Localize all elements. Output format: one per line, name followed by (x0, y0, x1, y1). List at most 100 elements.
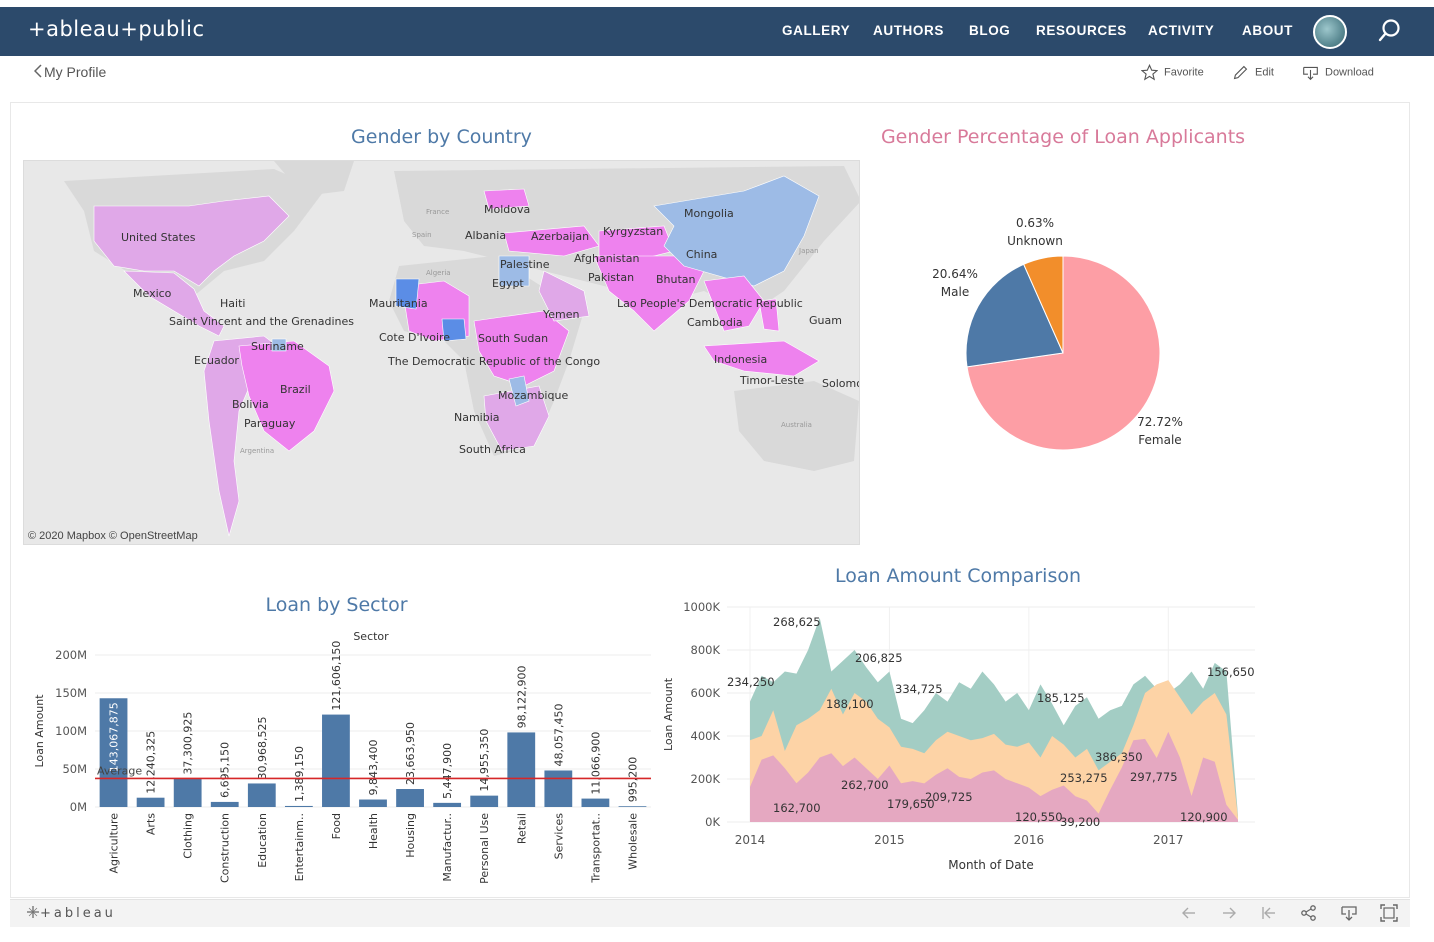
nav-about[interactable]: ABOUT (1242, 23, 1293, 38)
revert-icon[interactable] (1260, 904, 1278, 922)
area-y-tick: 400K (691, 729, 721, 743)
pencil-icon (1233, 65, 1248, 80)
nav-gallery[interactable]: GALLERY (782, 23, 850, 38)
area-data-label: 386,350 (1095, 750, 1143, 764)
bar-value-label: 30,968,525 (256, 716, 269, 779)
map-label: Kyrgyzstan (603, 225, 664, 238)
undo-arrow-icon[interactable] (1180, 904, 1198, 922)
back-to-profile-link[interactable]: My Profile (33, 64, 107, 80)
bar-value-label: 98,122,900 (515, 665, 528, 728)
bar-y-tick: 150M (55, 686, 87, 700)
tableau-logo[interactable]: +ableau (26, 905, 116, 921)
map-label: Saint Vincent and the Grenadines (169, 315, 355, 328)
area-data-label: 188,100 (826, 697, 874, 711)
bar-value-label: 9,843,400 (367, 740, 380, 796)
pie-category-label: Unknown (1007, 234, 1063, 248)
edit-label: Edit (1255, 66, 1274, 79)
back-to-profile-label: My Profile (44, 64, 107, 80)
gender-by-country-map[interactable]: France Spain Algeria Japan Argentina Aus… (23, 160, 860, 545)
bar-y-tick: 200M (55, 648, 87, 662)
pie-percent-label: 0.63% (1016, 216, 1054, 230)
loan-amount-area-chart[interactable]: 0K 200K 400K 600K 800K 1000K 2014 2015 2016 2017 L… (655, 592, 1265, 887)
bar-manufactur- (433, 802, 462, 807)
download-icon (1303, 66, 1318, 81)
bar-category-label: Manufactur.. (441, 813, 454, 882)
map-label: Mexico (133, 287, 172, 300)
bar-category-label: Clothing (182, 813, 195, 859)
bar-value-label: 6,695,150 (219, 742, 232, 798)
area-data-label: 209,725 (925, 790, 973, 804)
bar-housing (396, 789, 424, 807)
base-label-france: France (426, 208, 450, 216)
bar-value-label: 1,389,150 (293, 746, 306, 802)
area-data-label: 206,825 (855, 651, 903, 665)
star-icon (1140, 63, 1159, 81)
bar-value-label: 37,300,925 (182, 712, 195, 775)
area-x-tick: 2015 (874, 833, 905, 847)
search-icon[interactable] (1378, 18, 1402, 44)
redo-arrow-icon[interactable] (1220, 904, 1238, 922)
chevron-left-icon (33, 64, 42, 78)
bar-category-label: Education (256, 813, 269, 868)
bar-x-axis-title: Sector (353, 630, 389, 643)
area-x-tick: 2016 (1014, 833, 1045, 847)
area-y-tick: 0K (705, 815, 720, 829)
area-data-label: 297,775 (1130, 770, 1178, 784)
area-x-tick: 2014 (735, 833, 766, 847)
map-label: Mauritania (369, 297, 428, 310)
map-label: Indonesia (714, 353, 768, 366)
bar-value-label: 23,663,950 (404, 722, 417, 785)
pie-percent-label: 72.72% (1137, 415, 1183, 429)
map-attribution[interactable]: © 2020 Mapbox © OpenStreetMap (28, 530, 198, 542)
fullscreen-icon[interactable] (1380, 904, 1398, 922)
map-label: South Sudan (478, 332, 549, 345)
edit-button[interactable]: Edit (1232, 64, 1274, 81)
favorite-button[interactable]: Favorite (1140, 63, 1204, 81)
map-label: Suriname (251, 340, 304, 353)
tableau-public-logo[interactable]: +ableau+public (28, 17, 205, 41)
loan-by-sector-bar-chart[interactable]: Sector Loan Amount 0M 50M 100M 150M 200M 143,06… (23, 625, 653, 893)
user-avatar[interactable] (1313, 15, 1347, 49)
base-label-algeria: Algeria (426, 269, 451, 277)
map-label: United States (121, 231, 196, 244)
area-data-label: 39,200 (1060, 815, 1100, 829)
map-label: China (686, 248, 718, 261)
bar-retail (507, 732, 536, 807)
bar-category-label: Food (330, 813, 343, 839)
map-label: Bhutan (656, 273, 696, 286)
area-x-axis-title: Month of Date (948, 858, 1034, 872)
tableau-cross-icon (27, 906, 39, 918)
nav-activity[interactable]: ACTIVITY (1148, 23, 1214, 38)
map-label: Yemen (543, 308, 580, 321)
pie-percent-label: 20.64% (932, 267, 978, 281)
bar-category-label: Construction (219, 813, 232, 883)
download-button[interactable]: Download (1302, 64, 1374, 81)
base-label-spain: Spain (412, 231, 432, 239)
gender-pie-chart[interactable]: 72.72% Female 20.64% Male 0.63% Unknown (900, 210, 1220, 470)
map-label: The Democratic Republic of the Congo (388, 355, 601, 368)
bar-clothing (173, 778, 202, 807)
comparison-title: Loan Amount Comparison (834, 565, 1082, 587)
nav-resources[interactable]: RESOURCES (1036, 23, 1127, 38)
area-data-label: 185,125 (1037, 691, 1085, 705)
download-label: Download (1325, 66, 1374, 79)
bar-value-label: 11,066,900 (589, 732, 602, 795)
bar-value-label: 121,606,150 (330, 641, 343, 711)
bar-category-label: Health (367, 813, 380, 849)
share-icon[interactable] (1300, 904, 1318, 922)
nav-authors[interactable]: AUTHORS (873, 23, 944, 38)
bar-category-label: Personal Use (478, 813, 491, 884)
nav-blog[interactable]: BLOG (969, 23, 1010, 38)
area-data-label: 253,275 (1060, 771, 1108, 785)
download-icon[interactable] (1340, 904, 1358, 922)
map-label: Bolivia (232, 398, 269, 411)
map-label: Brazil (280, 383, 311, 396)
bar-y-axis-title: Loan Amount (33, 694, 46, 768)
map-label: Guam (809, 314, 842, 327)
bar-category-label: Services (552, 813, 565, 860)
map-label: Solomo (822, 377, 860, 390)
map-label: Namibia (454, 411, 500, 424)
favorite-label: Favorite (1164, 66, 1204, 79)
bar-health (359, 799, 387, 807)
base-label-argentina: Argentina (240, 447, 275, 455)
